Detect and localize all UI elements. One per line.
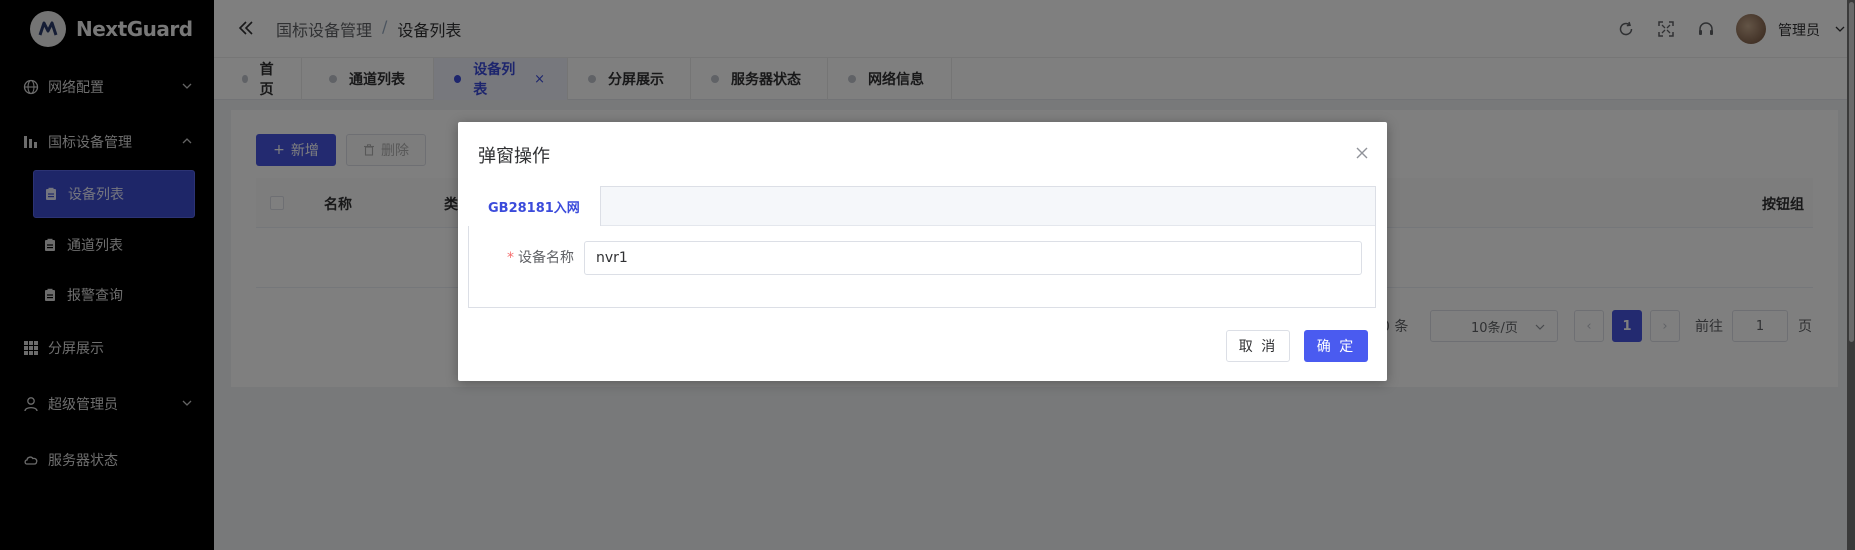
scrollbar-thumb[interactable]: [1849, 2, 1854, 342]
dialog-tabs: GB28181入网 * 设备名称 nvr1: [468, 186, 1376, 308]
confirm-button[interactable]: 确 定: [1304, 330, 1368, 362]
tab-gb28181[interactable]: GB28181入网: [468, 186, 601, 226]
dialog: 弹窗操作 GB28181入网 * 设备名称 nvr1 取 消 确 定: [458, 122, 1387, 381]
cancel-button[interactable]: 取 消: [1226, 330, 1290, 362]
dialog-title: 弹窗操作: [478, 146, 550, 167]
device-name-label-text: 设备名称: [518, 250, 574, 266]
device-name-input[interactable]: nvr1: [584, 241, 1362, 275]
required-mark: *: [507, 250, 514, 266]
tab-label: GB28181入网: [488, 200, 580, 216]
close-icon[interactable]: [1355, 146, 1369, 160]
device-name-label: * 设备名称: [507, 247, 574, 267]
dialog-tabs-header: GB28181入网: [468, 186, 1375, 226]
device-name-value: nvr1: [596, 250, 628, 266]
cancel-button-label: 取 消: [1238, 339, 1278, 355]
confirm-button-label: 确 定: [1316, 339, 1356, 355]
